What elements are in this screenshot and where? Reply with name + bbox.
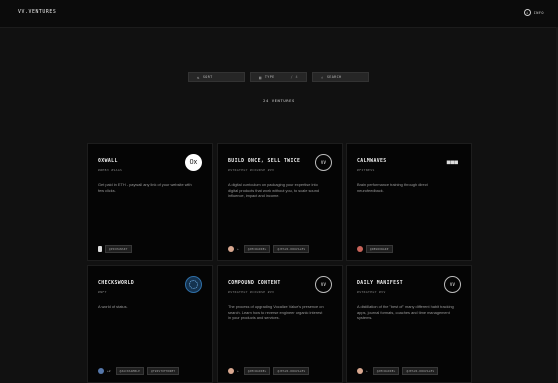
venture-card[interactable]: 0XWALL #WEB3 #SAAS Get paid in ETH - paywa… (87, 143, 213, 261)
venture-tags: #STRATEGY #VV (357, 290, 386, 294)
contributor-chip[interactable]: @TWISTOFHONEY (147, 367, 180, 375)
venture-tags: #STRATEGY #COURSE #VV (228, 290, 275, 294)
more-contributors: + (366, 369, 368, 373)
venture-logo-icon: VV (444, 276, 461, 293)
venture-contributors: +2 @ZACKSAMBLE @TWISTOFHONEY (98, 367, 180, 375)
venture-description: A world of status. (98, 304, 128, 309)
venture-contributors: + @JMCWADDEL @JESUS.DRUVALES (228, 367, 310, 375)
venture-tags: #FITNESS (357, 168, 375, 172)
venture-title: 0XWALL (98, 159, 118, 164)
sort-button[interactable]: ⇅ SORT (188, 72, 245, 82)
contributor-chip[interactable]: @JESUS.DRUVALES (273, 245, 310, 253)
avatar[interactable] (98, 246, 102, 252)
type-label: TYPE (264, 75, 275, 79)
brand-logo[interactable]: VV.VENTURES (18, 10, 56, 15)
more-contributors: +2 (107, 369, 111, 373)
venture-logo-icon: VV (315, 154, 332, 171)
search-icon: ⌕ (321, 74, 324, 80)
venture-description: Brain performance training through direc… (357, 182, 428, 193)
info-icon: i (523, 9, 531, 16)
venture-card[interactable]: DAILY MANIFEST #STRATEGY #VV A distillatio… (346, 265, 472, 383)
venture-card[interactable]: COMPOUND CONTENT #STRATEGY #COURSE #VV The… (217, 265, 343, 383)
avatar[interactable] (98, 368, 104, 374)
venture-description: The process of upgrading Vocalize Value'… (228, 304, 324, 321)
venture-title: BUILD ONCE, SELL TWICE (228, 159, 301, 164)
venture-card[interactable]: BUILD ONCE, SELL TWICE #STRATEGY #COURSE … (217, 143, 343, 261)
venture-card[interactable]: CALMWAVES #FITNESS Brain performance train… (346, 143, 472, 261)
type-count: / 4 (290, 75, 298, 79)
venture-description: A digital curriculum on packaging your e… (228, 182, 320, 199)
venture-logo-icon: ■■■ (446, 159, 459, 166)
venture-title: CALMWAVES (357, 159, 387, 164)
ventures-count: 24 VENTURES (263, 98, 295, 103)
venture-tags: #STRATEGY #COURSE #VV (228, 168, 275, 172)
contributor-chip[interactable]: @JESUS.DRUVALES (273, 367, 310, 375)
grid-icon: ▦ (259, 74, 262, 80)
venture-logo-icon: 0x (185, 154, 202, 171)
avatar[interactable] (357, 246, 363, 252)
filter-controls: ⇅ SORT ▦ TYPE / 4 ⌕ SEARCH (0, 72, 558, 82)
contributor-chip[interactable]: @JMCWADDEL (372, 367, 400, 375)
more-contributors: + (237, 369, 239, 373)
venture-card[interactable]: CHECKSWORLD #NFT A world of status. +2 @ZACK… (87, 265, 213, 383)
contributor-chip[interactable]: @JESUS.DRUVALES (402, 367, 439, 375)
logo-ring-icon (189, 280, 198, 289)
info-button[interactable]: i INFO (523, 9, 544, 16)
avatar[interactable] (228, 246, 234, 252)
contributor-chip[interactable]: @POCHANSKY (105, 245, 132, 253)
venture-description: Get paid in ETH - paywall any link of yo… (98, 182, 192, 193)
avatar[interactable] (228, 368, 234, 374)
venture-contributors: + @JMCWADDEL @JESUS.DRUVALES (357, 367, 439, 375)
venture-tags: #WEB3 #SAAS (98, 168, 123, 172)
type-filter-button[interactable]: ▦ TYPE / 4 (250, 72, 307, 82)
sort-icon: ⇅ (197, 74, 200, 80)
search-placeholder: SEARCH (326, 75, 342, 79)
venture-tags: #NFT (98, 290, 107, 294)
venture-contributors: @NEUROWARP (357, 245, 393, 253)
sort-label: SORT (202, 75, 213, 79)
venture-logo-icon: VV (315, 276, 332, 293)
contributor-chip[interactable]: @NEUROWARP (366, 245, 393, 253)
contributor-chip[interactable]: @JMCWADDEL (243, 245, 271, 253)
venture-title: DAILY MANIFEST (357, 281, 404, 286)
contributor-chip[interactable]: @JMCWADDEL (243, 367, 271, 375)
venture-logo-icon (185, 276, 202, 293)
venture-title: COMPOUND CONTENT (228, 281, 281, 286)
venture-contributors: @POCHANSKY (98, 245, 132, 253)
avatar[interactable] (357, 368, 363, 374)
more-contributors: + (237, 247, 239, 251)
search-input[interactable]: ⌕ SEARCH (312, 72, 369, 82)
venture-title: CHECKSWORLD (98, 281, 135, 286)
info-label: INFO (533, 10, 544, 15)
contributor-chip[interactable]: @ZACKSAMBLE (115, 367, 145, 375)
venture-contributors: + @JMCWADDEL @JESUS.DRUVALES (228, 245, 310, 253)
venture-description: A distillation of the "best of" many dif… (357, 304, 454, 321)
top-bar: VV.VENTURES i INFO (0, 0, 558, 28)
